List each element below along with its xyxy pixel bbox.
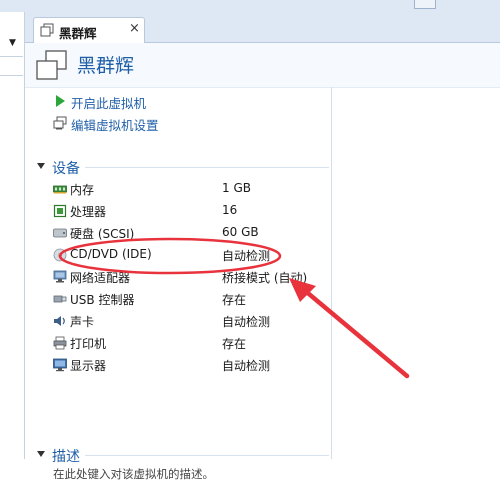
description-placeholder[interactable]: 在此处键入对该虚拟机的描述。 bbox=[53, 466, 214, 482]
annotation-arrow-shaft bbox=[300, 286, 410, 379]
annotation-overlay bbox=[58, 237, 410, 379]
annotation-ellipse bbox=[58, 237, 282, 275]
